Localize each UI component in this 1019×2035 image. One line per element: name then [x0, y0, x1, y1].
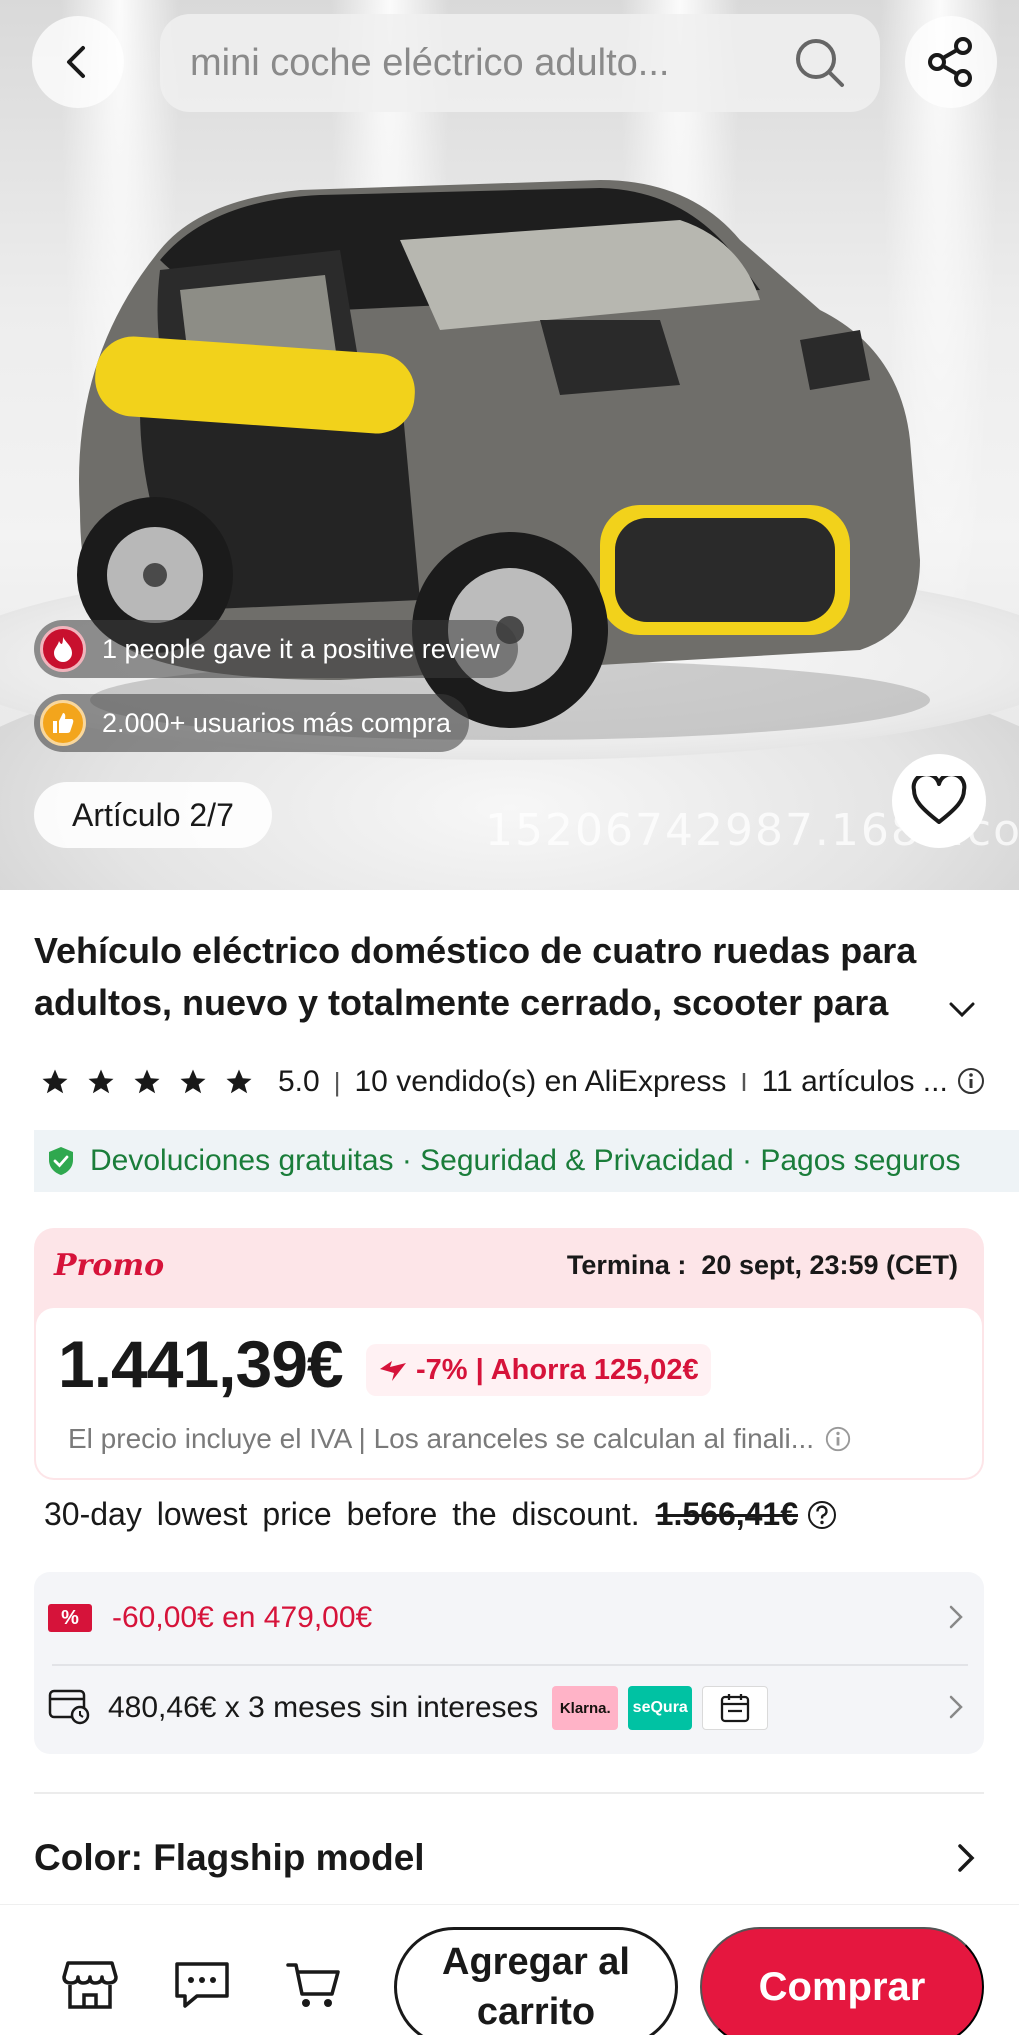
- credit-card-clock-icon: [48, 1687, 90, 1730]
- chevron-right-icon: [956, 1842, 976, 1874]
- image-counter: Artículo 2/7: [34, 782, 272, 848]
- cart-icon[interactable]: [284, 1955, 344, 2015]
- color-label: Color: Flagship model: [34, 1837, 425, 1878]
- discount-text: -7% | Ahorra 125,02€: [416, 1353, 699, 1386]
- promo-card: Promo Termina : 20 sept, 23:59 (CET) 1.4…: [34, 1228, 984, 1480]
- star-rating: [34, 1067, 264, 1097]
- social-proof-text: 1 people gave it a positive review: [102, 633, 500, 664]
- coupon-icon: %: [48, 1604, 92, 1632]
- question-icon[interactable]: [806, 1499, 838, 1531]
- social-proof-text: 2.000+ usuarios más compra: [102, 707, 451, 738]
- promo-end-value: 20 sept, 23:59 (CET): [701, 1250, 958, 1280]
- thumbs-up-icon: [40, 700, 86, 746]
- star-icon: [42, 1069, 68, 1094]
- chevron-right-icon: [948, 1604, 964, 1630]
- separator: |: [333, 1066, 341, 1097]
- chevron-down-icon: [949, 1002, 975, 1018]
- share-button[interactable]: [905, 16, 997, 108]
- search-bar[interactable]: mini coche eléctrico adulto...: [160, 14, 880, 112]
- add-to-cart-button[interactable]: Agregar al carrito: [394, 1927, 678, 2035]
- lowest-price-note: 30-day lowest price before the discount.…: [44, 1496, 838, 1533]
- rating-value: 5.0: [278, 1065, 320, 1098]
- original-price: 1.566,41€: [655, 1496, 799, 1532]
- color-selector[interactable]: Color: Flagship model: [34, 1830, 984, 1886]
- product-title: Vehículo eléctrico doméstico de cuatro r…: [34, 930, 917, 1023]
- buyer-protection-banner[interactable]: Devoluciones gratuitas · Seguridad & Pri…: [34, 1130, 1019, 1192]
- promo-end-label: Termina :: [566, 1250, 687, 1280]
- separator: I: [740, 1066, 748, 1097]
- tax-note[interactable]: El precio incluye el IVA | Los aranceles…: [68, 1423, 948, 1455]
- star-icon: [226, 1069, 252, 1094]
- share-icon: [928, 37, 972, 87]
- bottom-action-bar: Agregar al carrito Comprar: [0, 1904, 1019, 2035]
- price-panel: 1.441,39€ -7% | Ahorra 125,02€ El precio…: [36, 1308, 982, 1478]
- installments-text: 480,46€ x 3 meses sin intereses: [108, 1691, 539, 1724]
- shield-check-icon: [48, 1146, 74, 1176]
- search-placeholder: mini coche eléctrico adulto...: [190, 41, 670, 84]
- buy-now-button[interactable]: Comprar: [700, 1927, 984, 2035]
- sequra-logo: seQura: [628, 1686, 693, 1730]
- promo-end-time: Termina : 20 sept, 23:59 (CET): [567, 1250, 958, 1281]
- rating-row[interactable]: 5.0 | 10 vendido(s) en AliExpress I 11 a…: [34, 1058, 994, 1106]
- search-icon[interactable]: [790, 33, 850, 93]
- social-proof-buyers: 2.000+ usuarios más compra: [34, 694, 469, 752]
- star-icon: [88, 1069, 114, 1094]
- wishlist-button[interactable]: [892, 754, 986, 848]
- section-divider: [34, 1792, 984, 1794]
- offers-box: % -60,00€ en 479,00€ 480,46€ x 3 meses s…: [34, 1572, 984, 1754]
- current-price: 1.441,39€: [58, 1327, 344, 1401]
- klarna-logo: Klarna.: [552, 1686, 619, 1730]
- sold-count: 10 vendido(s) en AliExpress: [354, 1065, 727, 1098]
- installments-offer[interactable]: 480,46€ x 3 meses sin intereses Klarna. …: [48, 1664, 970, 1752]
- back-button[interactable]: [32, 16, 124, 108]
- promo-label: Promo: [54, 1248, 165, 1283]
- info-icon[interactable]: [956, 1066, 986, 1104]
- coupon-offer[interactable]: % -60,00€ en 479,00€: [48, 1574, 970, 1662]
- tax-note-text: El precio incluye el IVA | Los aranceles…: [68, 1423, 815, 1454]
- fire-icon: [378, 1357, 408, 1383]
- chevron-right-icon: [948, 1694, 964, 1720]
- items-count: 11 artículos ...: [761, 1065, 948, 1098]
- guarantee-text: Devoluciones gratuitas · Seguridad & Pri…: [90, 1144, 961, 1177]
- social-proof-review: 1 people gave it a positive review: [34, 620, 518, 678]
- store-icon[interactable]: [60, 1955, 120, 2015]
- lowest-price-text: 30-day lowest price before the discount.: [44, 1496, 640, 1532]
- coupon-text: -60,00€ en 479,00€: [112, 1601, 373, 1634]
- discount-badge: -7% | Ahorra 125,02€: [366, 1344, 711, 1396]
- star-icon: [134, 1069, 160, 1094]
- star-icon: [180, 1069, 206, 1094]
- heart-icon: [911, 776, 967, 824]
- calendar-icon: [702, 1686, 769, 1730]
- expand-title-button[interactable]: [942, 990, 982, 1030]
- fire-icon: [40, 626, 86, 672]
- chat-icon[interactable]: [172, 1955, 232, 2015]
- arrow-left-icon: [67, 46, 85, 78]
- info-icon: [825, 1426, 851, 1452]
- product-image-gallery[interactable]: 15206742987.1688.com mini coche eléctric…: [0, 0, 1019, 890]
